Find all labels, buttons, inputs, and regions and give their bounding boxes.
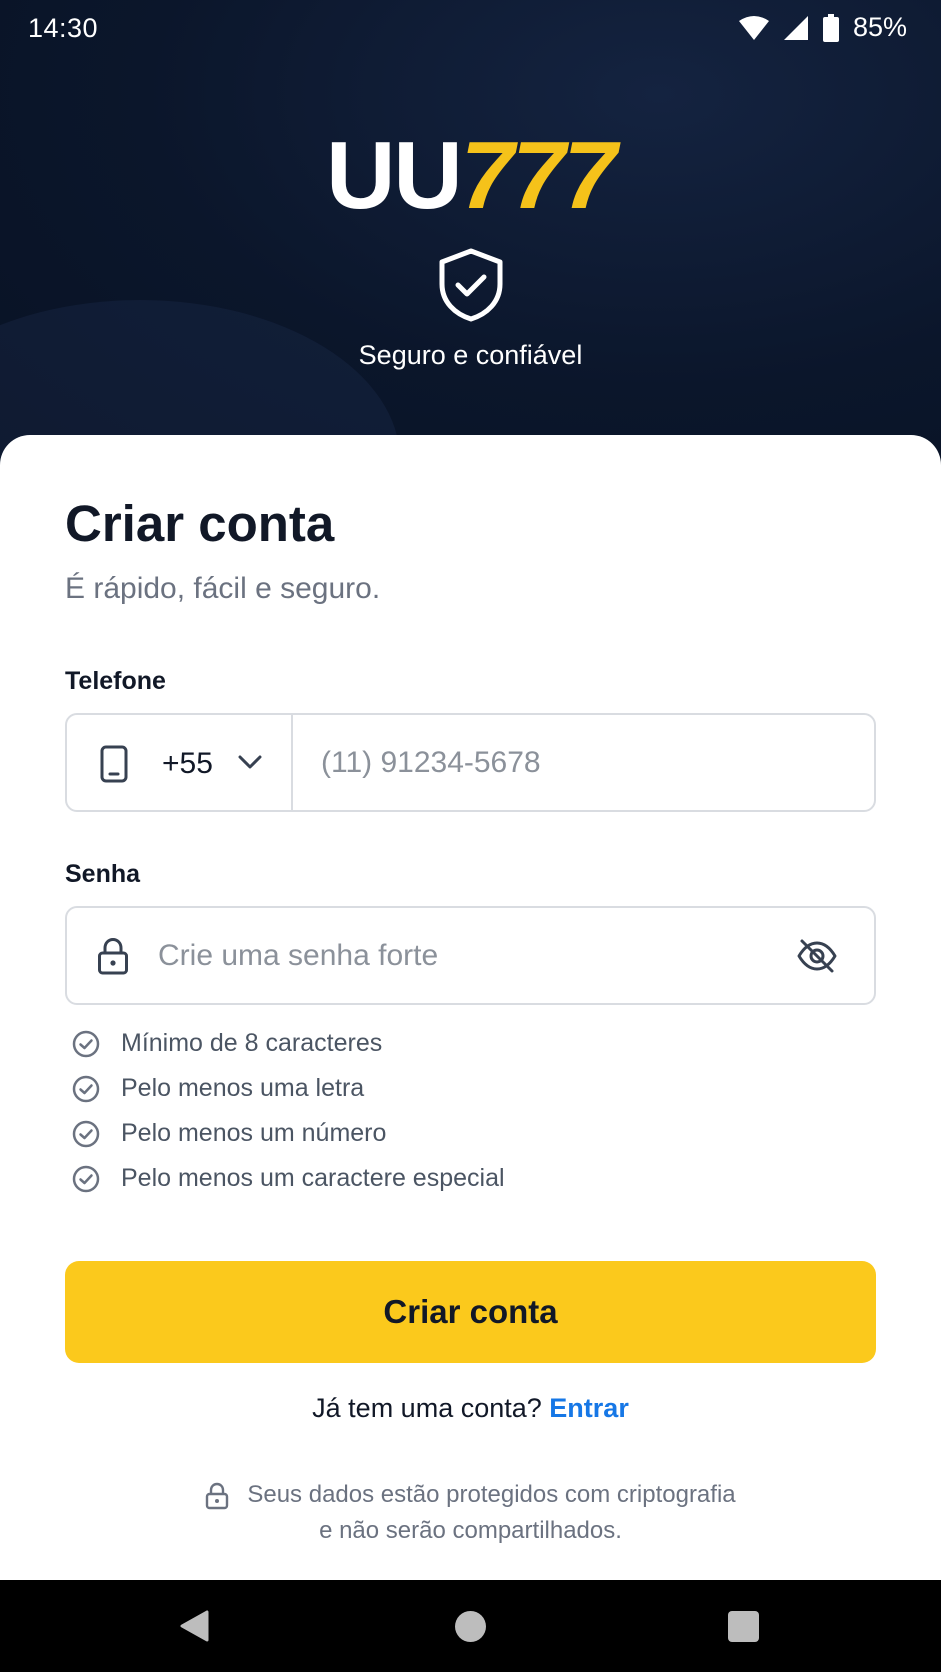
phone-icon: [100, 745, 128, 783]
recents-icon[interactable]: [728, 1611, 759, 1642]
logo-text-white: UU: [326, 122, 463, 229]
chevron-down-icon: [238, 755, 262, 769]
battery-icon: [822, 13, 839, 42]
login-link[interactable]: Entrar: [549, 1393, 629, 1423]
shield-check-icon: [439, 248, 503, 322]
phone-label: Telefone: [65, 667, 166, 695]
check-circle-icon: [72, 1165, 100, 1193]
country-code-selector[interactable]: +55: [67, 715, 293, 810]
logo: UU777: [0, 128, 941, 224]
check-circle-icon: [72, 1030, 100, 1058]
signal-icon: [783, 15, 808, 40]
page-subtitle: É rápido, fácil e seguro.: [65, 572, 381, 605]
wifi-icon: [738, 15, 769, 40]
password-label: Senha: [65, 860, 141, 888]
signup-screen: 14:30 85% UU777 Seguro e confiável Criar…: [0, 0, 941, 1672]
status-time: 14:30: [28, 13, 99, 43]
home-icon[interactable]: [455, 1611, 486, 1642]
status-bar: 14:30 85%: [0, 0, 941, 58]
create-account-button[interactable]: Criar conta: [65, 1261, 876, 1363]
privacy-notice: Seus dados estão protegidos com criptogr…: [0, 1477, 941, 1549]
privacy-text-2: e não serão compartilhados.: [319, 1517, 622, 1544]
rule-text: Pelo menos um número: [121, 1119, 387, 1147]
login-prompt-text: Já tem uma conta?: [312, 1393, 542, 1423]
check-circle-icon: [72, 1075, 100, 1103]
privacy-text-1: Seus dados estão protegidos com criptogr…: [247, 1481, 736, 1508]
password-input[interactable]: [158, 908, 758, 1003]
login-prompt: Já tem uma conta? Entrar: [0, 1393, 941, 1424]
privacy-line-1: Seus dados estão protegidos com criptogr…: [205, 1477, 736, 1513]
rule-text: Pelo menos uma letra: [121, 1074, 365, 1102]
signup-card: Criar conta É rápido, fácil e seguro. Te…: [0, 435, 941, 1580]
eye-off-icon[interactable]: [796, 938, 838, 974]
lock-icon: [98, 937, 128, 975]
logo-text-yellow: 777: [460, 122, 617, 229]
phone-field: +55: [65, 713, 876, 812]
password-field: [65, 906, 876, 1005]
page-title: Criar conta: [65, 495, 335, 552]
rule-text: Mínimo de 8 caracteres: [121, 1029, 383, 1057]
system-nav-bar: [0, 1580, 941, 1672]
rule-text: Pelo menos um caractere especial: [121, 1164, 505, 1192]
back-icon[interactable]: [179, 1610, 209, 1642]
header: 14:30 85% UU777 Seguro e confiável: [0, 0, 941, 470]
phone-input[interactable]: [321, 715, 851, 810]
tagline: Seguro e confiável: [358, 340, 583, 370]
lock-icon: [206, 1482, 229, 1510]
status-icons: 85%: [738, 12, 907, 43]
country-code: +55: [162, 747, 213, 780]
battery-percent: 85%: [852, 12, 907, 42]
check-circle-icon: [72, 1120, 100, 1148]
